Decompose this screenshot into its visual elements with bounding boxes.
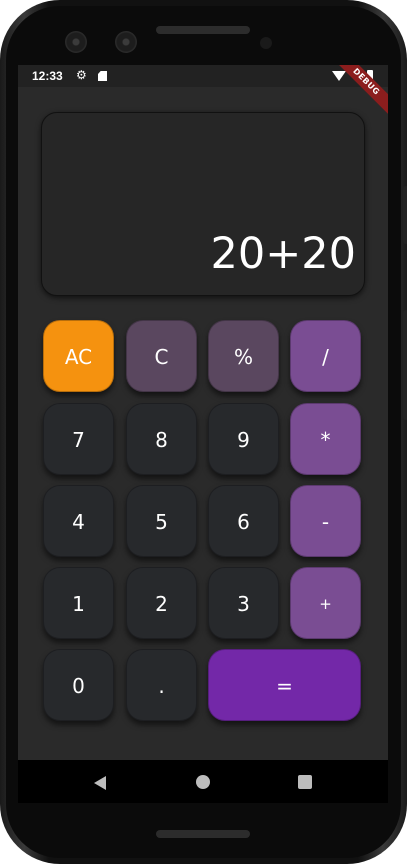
- home-icon[interactable]: [196, 775, 210, 789]
- add-button[interactable]: +: [290, 567, 361, 639]
- digit-3-button[interactable]: 3: [208, 567, 279, 639]
- digit-7-button[interactable]: 7: [43, 403, 114, 475]
- calculator-display: 20+20: [41, 112, 365, 296]
- screen: 12:33 ⚙ DEBUG 20+20 AC C % / 7 8 9 * 4 5…: [18, 65, 388, 803]
- percent-button[interactable]: %: [208, 320, 279, 392]
- wifi-icon: [332, 71, 346, 81]
- digit-1-button[interactable]: 1: [43, 567, 114, 639]
- gear-icon: ⚙: [76, 68, 87, 82]
- digit-0-button[interactable]: 0: [43, 649, 114, 721]
- recents-icon[interactable]: [298, 775, 312, 789]
- front-camera-icon: [65, 31, 87, 53]
- digit-9-button[interactable]: 9: [208, 403, 279, 475]
- multiply-button[interactable]: *: [290, 403, 361, 475]
- subtract-button[interactable]: -: [290, 485, 361, 557]
- sd-card-icon: [98, 71, 107, 81]
- equals-button[interactable]: =: [208, 649, 361, 721]
- front-camera-icon: [115, 31, 137, 53]
- earpiece-speaker: [156, 26, 250, 34]
- digit-5-button[interactable]: 5: [126, 485, 197, 557]
- power-button: [403, 310, 407, 420]
- decimal-button[interactable]: .: [126, 649, 197, 721]
- back-icon[interactable]: [94, 776, 106, 790]
- volume-button: [403, 186, 407, 244]
- divide-button[interactable]: /: [290, 320, 361, 392]
- sensor-icon: [260, 37, 272, 49]
- clear-button[interactable]: C: [126, 320, 197, 392]
- digit-6-button[interactable]: 6: [208, 485, 279, 557]
- all-clear-button[interactable]: AC: [43, 320, 114, 392]
- expression-text: 20+20: [210, 229, 356, 279]
- navigation-bar: [18, 760, 388, 803]
- digit-2-button[interactable]: 2: [126, 567, 197, 639]
- bottom-speaker: [156, 830, 250, 838]
- digit-4-button[interactable]: 4: [43, 485, 114, 557]
- digit-8-button[interactable]: 8: [126, 403, 197, 475]
- status-time: 12:33: [32, 69, 63, 83]
- status-bar: 12:33 ⚙ DEBUG: [18, 65, 388, 123]
